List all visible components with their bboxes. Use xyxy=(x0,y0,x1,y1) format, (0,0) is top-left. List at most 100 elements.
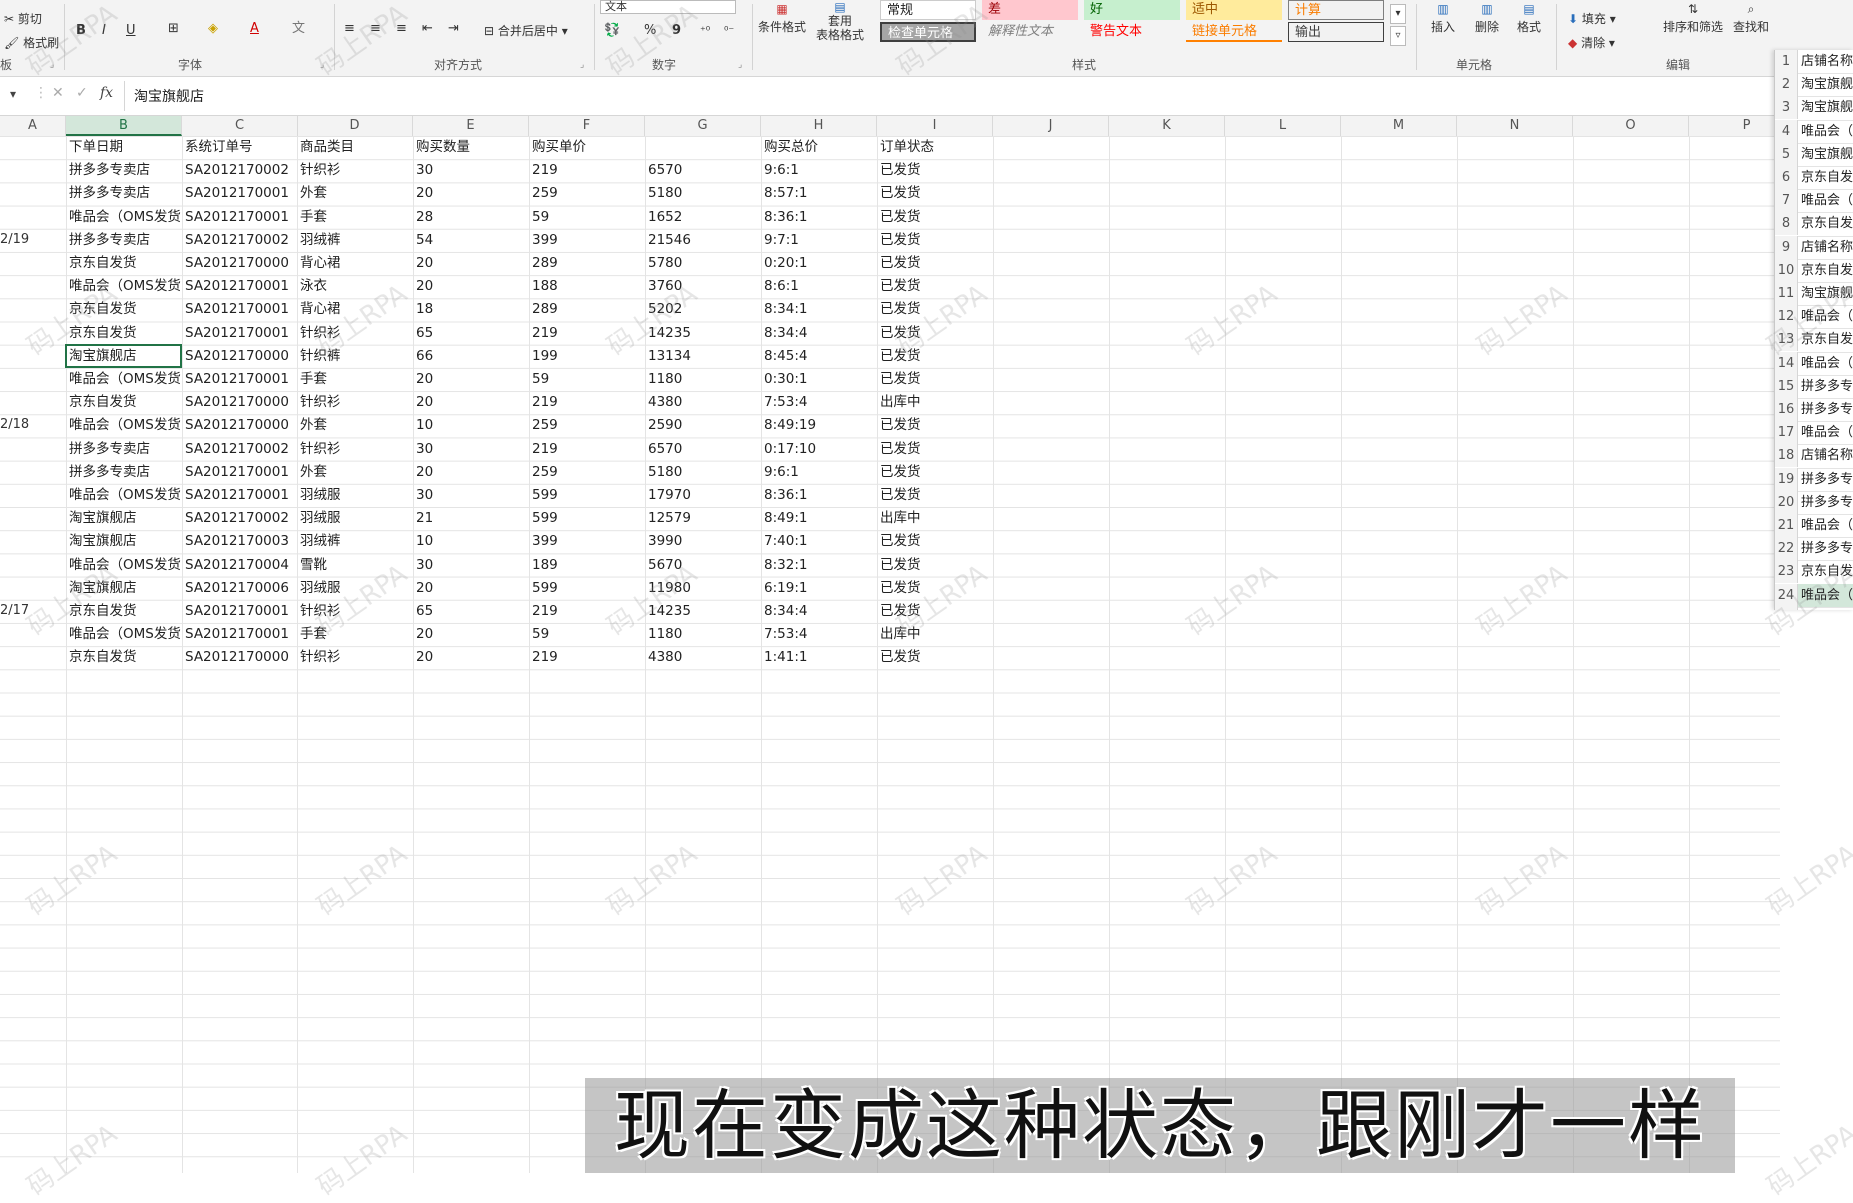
table-cell[interactable]: 599 xyxy=(529,577,645,600)
table-cell[interactable]: 30 xyxy=(413,554,529,577)
table-cell[interactable]: 唯品会（OMS发货 xyxy=(66,275,182,298)
table-cell[interactable]: 599 xyxy=(529,484,645,507)
table-cell[interactable]: 2590 xyxy=(645,414,761,437)
table-cell[interactable]: SA2012170000 xyxy=(182,646,298,669)
table-cell[interactable]: 针织衫 xyxy=(297,438,413,461)
table-cell[interactable]: SA2012170001 xyxy=(182,368,298,391)
column-a-date[interactable]: 2/18 xyxy=(0,417,29,432)
conditional-format-button[interactable]: ▦ 条件格式 xyxy=(758,0,806,36)
panel-row[interactable]: 25京东自发 xyxy=(1775,606,1853,610)
table-cell[interactable]: 9:6:1 xyxy=(761,159,877,182)
table-cell[interactable]: 8:45:4 xyxy=(761,345,877,368)
decrease-indent-icon[interactable]: ⇤ xyxy=(422,20,433,38)
align-right-icon[interactable]: ≡ xyxy=(396,20,407,38)
table-cell[interactable]: SA2012170000 xyxy=(182,414,298,437)
table-cell[interactable]: 羽绒裤 xyxy=(297,530,413,553)
column-header-b[interactable]: B xyxy=(66,116,182,136)
table-cell[interactable]: 已发货 xyxy=(877,159,993,182)
table-cell[interactable]: 6570 xyxy=(645,159,761,182)
panel-row[interactable]: 18 店铺名称 xyxy=(1775,444,1853,469)
table-cell[interactable]: 28 xyxy=(413,206,529,229)
format-painter-button[interactable]: 🖌 格式刷 xyxy=(4,34,59,51)
delete-cells-button[interactable]: ▥ 删除 xyxy=(1468,0,1506,36)
table-cell[interactable]: 65 xyxy=(413,322,529,345)
table-cell[interactable]: 9:7:1 xyxy=(761,229,877,252)
column-a-date[interactable]: 2/19 xyxy=(0,232,29,247)
column-header-a[interactable]: A xyxy=(0,116,66,136)
header-cell[interactable]: 商品类目 xyxy=(297,136,413,159)
table-cell[interactable]: 12579 xyxy=(645,507,761,530)
table-cell[interactable]: 3760 xyxy=(645,275,761,298)
table-cell[interactable]: 手套 xyxy=(297,623,413,646)
table-cell[interactable]: SA2012170002 xyxy=(182,507,298,530)
style-calculation[interactable]: 计算 xyxy=(1288,0,1384,20)
table-cell[interactable]: SA2012170002 xyxy=(182,438,298,461)
table-cell[interactable]: 219 xyxy=(529,438,645,461)
header-cell[interactable]: 系统订单号 xyxy=(182,136,298,159)
table-cell[interactable]: 8:36:1 xyxy=(761,206,877,229)
table-cell[interactable]: 已发货 xyxy=(877,252,993,275)
table-cell[interactable]: 羽绒裤 xyxy=(297,229,413,252)
table-cell[interactable]: 羽绒服 xyxy=(297,507,413,530)
table-cell[interactable]: 59 xyxy=(529,368,645,391)
panel-row[interactable]: 17 唯品会（ xyxy=(1775,421,1853,446)
column-header-g[interactable]: G xyxy=(645,116,761,136)
font-color-button[interactable]: A xyxy=(250,20,259,38)
table-cell[interactable]: 已发货 xyxy=(877,414,993,437)
panel-row[interactable]: 22 拼多多专 xyxy=(1775,537,1853,562)
column-header-n[interactable]: N xyxy=(1457,116,1573,136)
table-cell[interactable]: 淘宝旗舰店 xyxy=(66,507,182,530)
table-cell[interactable]: 3990 xyxy=(645,530,761,553)
table-cell[interactable]: 已发货 xyxy=(877,484,993,507)
table-cell[interactable]: 399 xyxy=(529,229,645,252)
table-cell[interactable]: 30 xyxy=(413,159,529,182)
table-cell[interactable]: 出库中 xyxy=(877,391,993,414)
panel-row[interactable]: 1 店铺名称 xyxy=(1775,50,1853,75)
style-output[interactable]: 输出 xyxy=(1288,22,1384,42)
style-linked-cell[interactable]: 链接单元格 xyxy=(1186,22,1282,42)
table-cell[interactable]: 京东自发货 xyxy=(66,391,182,414)
underline-button[interactable]: U xyxy=(126,22,136,40)
table-cell[interactable]: 已发货 xyxy=(877,438,993,461)
table-cell[interactable]: SA2012170000 xyxy=(182,391,298,414)
panel-row[interactable]: 2 淘宝旗舰 xyxy=(1775,73,1853,98)
panel-row[interactable]: 12 唯品会（ xyxy=(1775,305,1853,330)
find-select-button[interactable]: ⌕ 查找和 xyxy=(1728,0,1774,36)
table-cell[interactable]: 外套 xyxy=(297,182,413,205)
table-cell[interactable]: 289 xyxy=(529,298,645,321)
fill-button[interactable]: ⬇ 填充 ▾ xyxy=(1568,10,1616,27)
increase-indent-icon[interactable]: ⇥ xyxy=(448,20,459,38)
worksheet-grid[interactable]: 下单日期 系统订单号 商品类目 购买数量 购买单价 购买总价 订单状态 拼多多专卖店 SA201… xyxy=(0,136,1780,1173)
table-cell[interactable]: 20 xyxy=(413,391,529,414)
table-cell[interactable]: 背心裙 xyxy=(297,252,413,275)
column-header-f[interactable]: F xyxy=(529,116,645,136)
table-cell[interactable]: 20 xyxy=(413,275,529,298)
table-cell[interactable]: 5202 xyxy=(645,298,761,321)
table-cell[interactable]: SA2012170002 xyxy=(182,229,298,252)
table-cell[interactable]: 5670 xyxy=(645,554,761,577)
table-cell[interactable]: 21546 xyxy=(645,229,761,252)
style-good[interactable]: 好 xyxy=(1084,0,1180,20)
align-left-icon[interactable]: ≡ xyxy=(344,20,355,38)
italic-button[interactable]: I xyxy=(102,22,106,40)
number-format-select[interactable]: 文本 xyxy=(600,0,736,14)
table-cell[interactable]: 10 xyxy=(413,530,529,553)
table-cell[interactable]: 14235 xyxy=(645,600,761,623)
table-cell[interactable]: 京东自发货 xyxy=(66,252,182,275)
table-cell[interactable]: 京东自发货 xyxy=(66,600,182,623)
table-cell[interactable]: 219 xyxy=(529,646,645,669)
table-cell[interactable]: 8:34:1 xyxy=(761,298,877,321)
table-cell[interactable]: 8:34:4 xyxy=(761,600,877,623)
table-cell[interactable]: 拼多多专卖店 xyxy=(66,438,182,461)
panel-row[interactable]: 10 京东自发 xyxy=(1775,258,1853,283)
column-header-e[interactable]: E xyxy=(413,116,529,136)
table-cell[interactable]: 已发货 xyxy=(877,298,993,321)
table-cell[interactable]: 0:30:1 xyxy=(761,368,877,391)
column-header-m[interactable]: M xyxy=(1341,116,1457,136)
table-cell[interactable]: 54 xyxy=(413,229,529,252)
table-cell[interactable]: 1180 xyxy=(645,368,761,391)
styles-scroll-down-icon[interactable]: ▾ xyxy=(1390,4,1406,24)
table-cell[interactable]: 8:6:1 xyxy=(761,275,877,298)
table-cell[interactable]: 泳衣 xyxy=(297,275,413,298)
table-cell[interactable]: 11980 xyxy=(645,577,761,600)
